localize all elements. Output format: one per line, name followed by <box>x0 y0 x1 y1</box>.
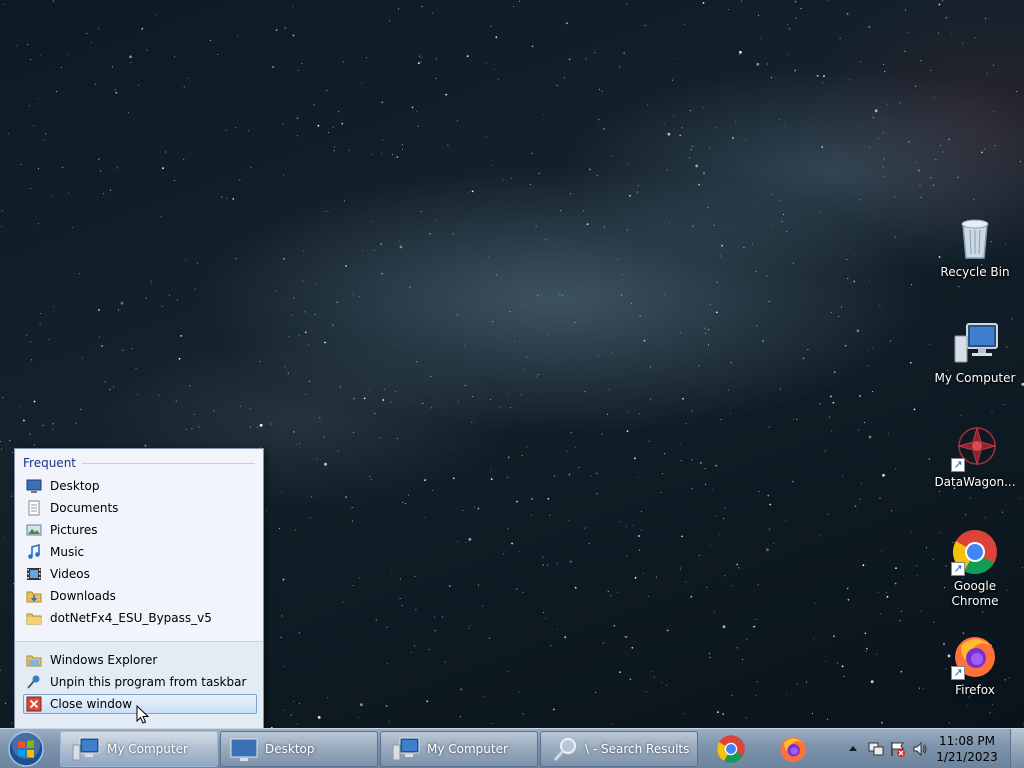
show-hidden-icons-icon[interactable] <box>848 744 858 752</box>
mouse-cursor-icon <box>136 705 150 724</box>
taskbar-pinned-chrome[interactable] <box>702 731 760 767</box>
clock-time: 11:08 PM <box>939 734 995 748</box>
network-icon[interactable] <box>868 741 884 757</box>
taskbar-button-desktop[interactable]: Desktop <box>220 731 378 767</box>
taskbar: My Computer Desktop My Computer \ - Sear… <box>0 728 1024 768</box>
taskbar-button-my-computer-active[interactable]: My Computer <box>60 731 218 767</box>
desktop-icon-label: My Computer <box>934 371 1016 385</box>
notification-area: 11:08 PM 1/21/2023 <box>834 729 1024 768</box>
desktop-icon-label: Recycle Bin <box>940 265 1010 279</box>
taskbar-pinned-firefox[interactable] <box>764 731 822 767</box>
jump-list-unpin-from-taskbar[interactable]: Unpin this program from taskbar <box>23 672 257 692</box>
jump-list-item-documents[interactable]: Documents <box>23 498 257 518</box>
pictures-icon <box>26 524 42 536</box>
desktop-icon <box>230 738 258 761</box>
computer-icon <box>954 323 998 363</box>
desktop-icon <box>26 479 42 493</box>
jump-list-item-music[interactable]: Music <box>23 542 257 562</box>
documents-icon <box>28 500 40 516</box>
show-desktop-button[interactable] <box>1010 729 1024 768</box>
videos-icon <box>27 568 41 580</box>
volume-icon[interactable] <box>912 741 928 757</box>
computer-icon <box>72 737 100 761</box>
clock-date: 1/21/2023 <box>936 750 998 764</box>
desktop-icon-my-computer[interactable]: My Computer <box>933 320 1017 386</box>
downloads-icon <box>26 591 42 603</box>
shortcut-arrow-icon: ↗ <box>951 666 965 680</box>
jump-list-windows-explorer[interactable]: Windows Explorer <box>23 650 257 670</box>
start-button[interactable] <box>6 730 46 768</box>
windows-logo-icon <box>8 731 44 767</box>
jump-list-menu: Frequent Desktop Documents Pictures Musi… <box>14 448 264 730</box>
desktop-icon-google-chrome[interactable]: ↗ Google Chrome <box>933 528 1017 609</box>
desktop-icon-recycle-bin[interactable]: Recycle Bin <box>933 214 1017 280</box>
firefox-icon <box>780 737 806 763</box>
jump-list-section-title: Frequent <box>23 455 255 471</box>
recycle-bin-icon <box>961 219 989 259</box>
folder-icon <box>26 613 42 625</box>
desktop-icon-firefox[interactable]: ↗ Firefox <box>933 632 1017 698</box>
jump-list-item-downloads[interactable]: Downloads <box>23 586 257 606</box>
desktop-icon-datawagon[interactable]: ↗ DataWagon... <box>933 424 1017 490</box>
taskbar-button-search-results[interactable]: \ - Search Results <box>540 731 698 767</box>
explorer-icon <box>26 655 42 667</box>
unpin-icon <box>27 675 40 689</box>
shortcut-arrow-icon: ↗ <box>951 458 965 472</box>
jump-list-item-videos[interactable]: Videos <box>23 564 257 584</box>
music-icon <box>28 543 40 559</box>
system-clock[interactable]: 11:08 PM 1/21/2023 <box>932 733 1002 765</box>
action-center-icon[interactable] <box>890 741 906 757</box>
chrome-icon <box>717 735 745 763</box>
close-window-icon <box>26 696 42 712</box>
desktop-icon-label: DataWagon... <box>934 475 1016 489</box>
taskbar-button-my-computer[interactable]: My Computer <box>380 731 538 767</box>
shortcut-arrow-icon: ↗ <box>951 562 965 576</box>
desktop-icon-label: Google Chrome <box>951 579 999 608</box>
jump-list-item-desktop[interactable]: Desktop <box>23 476 257 496</box>
computer-icon <box>392 737 420 761</box>
jump-list-item-pictures[interactable]: Pictures <box>23 520 257 540</box>
jump-list-item-dotnetfx4-esu-bypass[interactable]: dotNetFx4_ESU_Bypass_v5 <box>23 608 257 628</box>
desktop-icon-label: Firefox <box>955 683 995 697</box>
search-icon <box>553 737 577 761</box>
